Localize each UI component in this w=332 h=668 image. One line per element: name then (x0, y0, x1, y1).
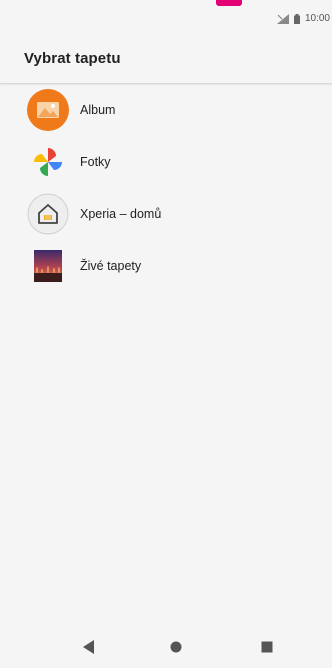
page-title: Vybrat tapetu (24, 50, 121, 67)
wallpaper-source-list: Album Fotky Xperia – domů Živé tapety (0, 84, 332, 292)
navigation-bar (0, 626, 332, 668)
list-item-label: Živé tapety (80, 259, 142, 273)
list-item-label: Xperia – domů (80, 207, 162, 221)
signal-icon (276, 13, 289, 24)
list-item-fotky[interactable]: Fotky (0, 136, 332, 188)
back-icon[interactable] (80, 638, 98, 656)
list-item-album[interactable]: Album (0, 84, 332, 136)
status-time: 10:00 (304, 13, 330, 24)
recents-icon[interactable] (258, 638, 276, 656)
home-icon[interactable] (167, 638, 185, 656)
photos-pinwheel-icon (26, 140, 70, 184)
list-item-live-wallpapers[interactable]: Živé tapety (0, 240, 332, 292)
xperia-home-icon (26, 192, 70, 236)
live-wallpaper-icon (26, 244, 70, 288)
list-item-label: Album (80, 103, 116, 117)
status-bar: 10:00 (0, 0, 332, 36)
album-icon (26, 88, 70, 132)
app-bar: Vybrat tapetu (0, 36, 332, 84)
battery-icon (293, 13, 300, 24)
status-icons: 10:00 (276, 13, 330, 24)
screen: 10:00 Vybrat tapetu Album Fotky Xperia –… (0, 0, 332, 668)
list-item-label: Fotky (80, 155, 111, 169)
list-item-xperia-home[interactable]: Xperia – domů (0, 188, 332, 240)
